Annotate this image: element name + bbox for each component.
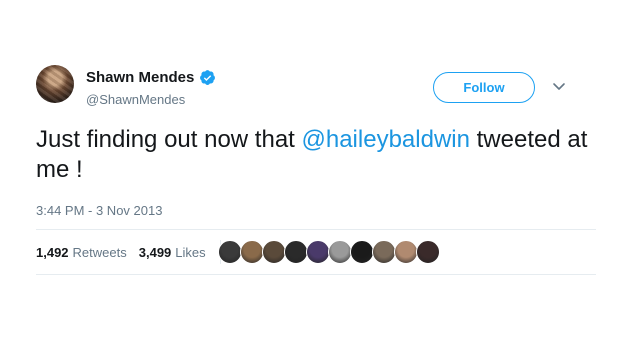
tweet-text-prefix: Just finding out now that [36,126,302,153]
likes-count: 3,499 [138,244,172,260]
tweet-card: Shawn Mendes @ShawnMendes Follow Just fi… [0,0,640,360]
author-avatar[interactable] [36,65,74,103]
chevron-down-icon[interactable] [552,82,566,92]
liker-avatar[interactable] [218,240,242,264]
liker-avatar[interactable] [416,240,440,264]
retweets-stat[interactable]: 1,492 Retweets [36,245,127,260]
liker-avatar[interactable] [328,240,352,264]
liker-avatar[interactable] [394,240,418,264]
tweet-stats: 1,492 Retweets 3,499 Likes [36,240,229,264]
liker-avatar[interactable] [372,240,396,264]
liker-avatar[interactable] [350,240,374,264]
divider-bottom [36,274,596,275]
liker-avatar[interactable] [306,240,330,264]
likes-label: Likes [175,244,206,260]
divider-top [36,229,596,230]
avatar-texture [36,65,74,103]
tweet-text: Just finding out now that @haileybaldwin… [36,125,596,185]
follow-button[interactable]: Follow [433,72,535,103]
retweets-count: 1,492 [36,244,69,260]
tweet-timestamp[interactable]: 3:44 PM - 3 Nov 2013 [36,203,162,218]
mention-link[interactable]: @haileybaldwin [302,126,470,153]
author-display-name[interactable]: Shawn Mendes [86,69,194,86]
author-handle[interactable]: @ShawnMendes [86,92,185,107]
liker-avatar[interactable] [284,240,308,264]
likers-avatar-row [218,240,440,264]
retweets-label: Retweets [72,244,127,260]
liker-avatar[interactable] [262,240,286,264]
likes-stat[interactable]: 3,499 Likes [139,245,206,260]
verified-badge-icon [200,69,216,85]
author-name-row[interactable]: Shawn Mendes [86,68,216,86]
liker-avatar[interactable] [240,240,264,264]
